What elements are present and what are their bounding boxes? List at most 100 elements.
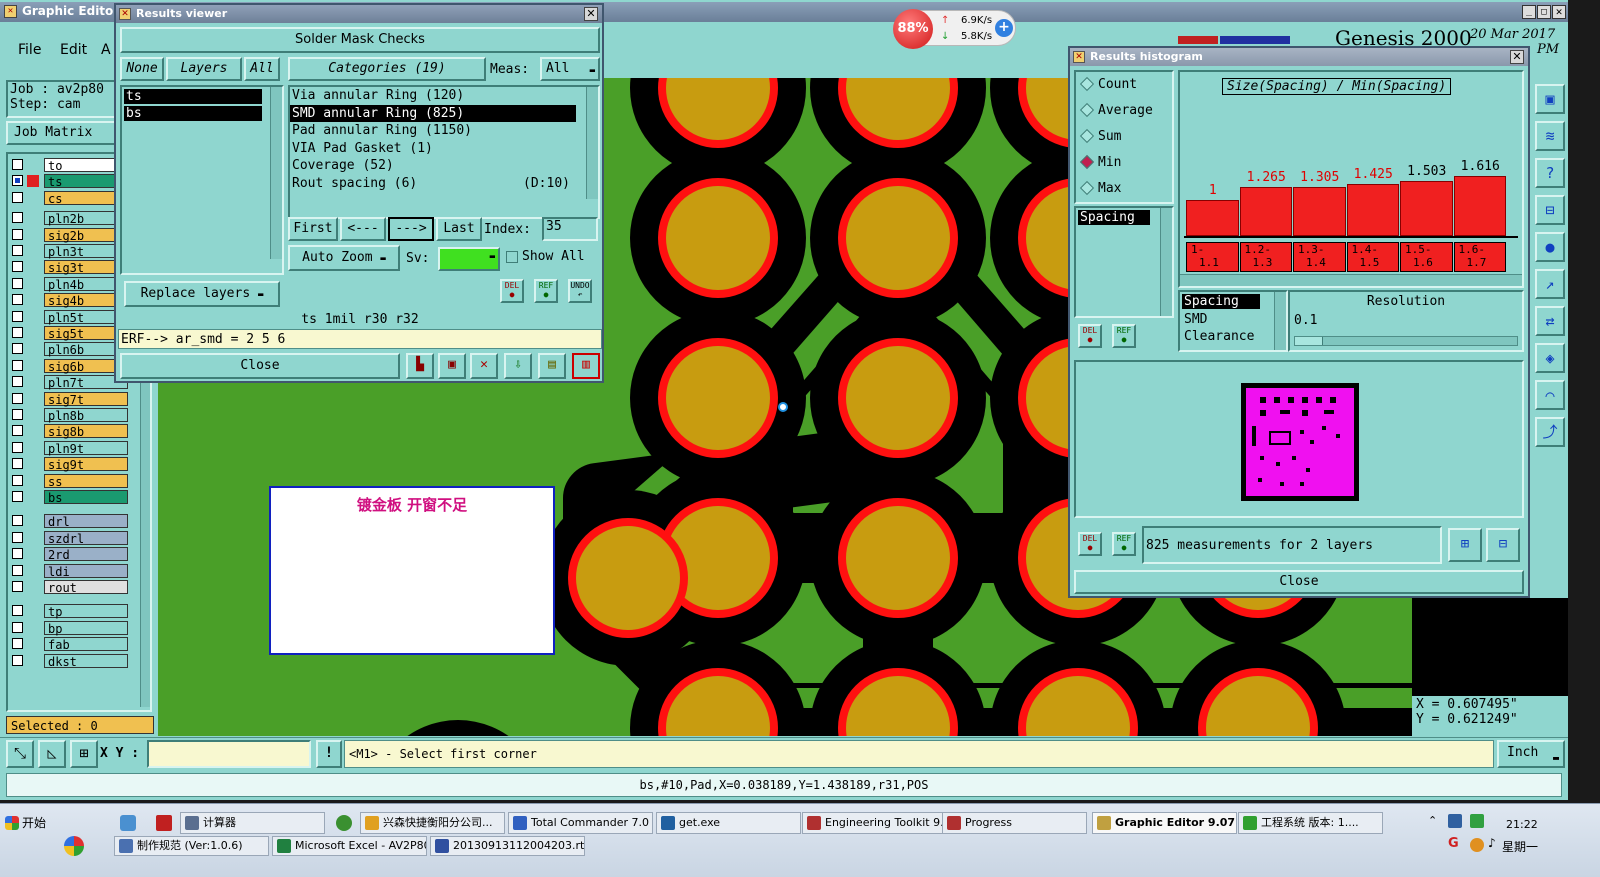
zoom-in-icon[interactable]: ⊞	[1448, 528, 1482, 562]
preview-del-button[interactable]: DEL ●	[1078, 532, 1102, 556]
layer-row[interactable]: ts	[10, 174, 128, 189]
taskbar-button[interactable]: Graphic Editor 9.07...	[1092, 812, 1237, 834]
alert-button[interactable]: !	[316, 740, 342, 768]
swap-tool-icon[interactable]: ⇄	[1535, 306, 1565, 336]
layer-row[interactable]: bs	[10, 490, 128, 505]
tray-icon-g[interactable]: G	[1448, 836, 1459, 851]
layer-row[interactable]: pln3t	[10, 244, 128, 259]
measure-type-item[interactable]: SMD	[1182, 311, 1284, 328]
layer-checkbox[interactable]	[12, 159, 23, 170]
layer-row[interactable]: pln7t	[10, 375, 128, 390]
minimize-button[interactable]: _	[1522, 5, 1536, 19]
layer-row[interactable]: sig7t	[10, 391, 128, 407]
all-layers-button[interactable]: All	[244, 57, 280, 81]
hist-del-button[interactable]: DEL ●	[1078, 324, 1102, 348]
auto-zoom-select[interactable]: Auto Zoom ▬	[288, 245, 400, 271]
layer-checkbox[interactable]	[12, 425, 23, 437]
pad-tool-icon[interactable]: ●	[1535, 232, 1565, 262]
layer-checkbox[interactable]	[12, 441, 23, 453]
category-item[interactable]: Rout spacing (6) (D:10)	[290, 175, 576, 193]
quicklaunch-icon-1[interactable]	[120, 815, 136, 831]
stat-list-item[interactable]: Spacing	[1078, 210, 1150, 225]
zoom-out-icon[interactable]: ⊟	[1486, 528, 1520, 562]
pcb-pad[interactable]	[846, 186, 950, 290]
ie-icon[interactable]	[336, 815, 352, 831]
chart-icon-3[interactable]: ✕	[470, 353, 498, 379]
maximize-button[interactable]: □	[1537, 5, 1551, 19]
layer-checkbox[interactable]	[12, 474, 23, 486]
layer-checkbox[interactable]	[12, 458, 23, 470]
close-icon[interactable]: ✕	[584, 7, 598, 21]
layer-row[interactable]: sig6b	[10, 358, 128, 374]
layers-button[interactable]: Layers	[166, 57, 242, 81]
meas-select[interactable]: All ▬	[540, 57, 600, 81]
zoom-fit-button[interactable]: ⤡	[6, 740, 34, 768]
hist-ref-button[interactable]: REF ●	[1112, 324, 1136, 348]
taskbar-button[interactable]: Total Commander 7.0 ...	[508, 812, 653, 834]
clock[interactable]: 21:22	[1506, 818, 1538, 831]
layer-row[interactable]: pln2b	[10, 211, 128, 226]
taskbar-button[interactable]: 制作规范 (Ver:1.0.6)	[114, 836, 269, 856]
histogram-bar[interactable]	[1186, 199, 1239, 236]
layer-row[interactable]: sig3t	[10, 260, 128, 275]
layer-row[interactable]: drl	[10, 514, 128, 529]
result-layer-item[interactable]: bs	[124, 106, 262, 121]
layer-row[interactable]: ss	[10, 473, 128, 489]
layer-checkbox[interactable]	[12, 191, 23, 203]
stat-list-scrollbar[interactable]	[1160, 208, 1172, 316]
category-item[interactable]: Pad annular Ring (1150)	[290, 122, 576, 140]
sv-color-select[interactable]: ▬	[438, 247, 500, 271]
histogram-bar[interactable]	[1346, 184, 1399, 236]
measure-tool-icon[interactable]: ≋	[1535, 121, 1565, 151]
layer-row[interactable]: pln8b	[10, 408, 128, 423]
histogram-icon[interactable]: ▥	[572, 353, 600, 379]
add-icon[interactable]: +	[995, 19, 1013, 37]
layer-row[interactable]: bp	[10, 620, 128, 636]
menu-edit[interactable]: Edit	[60, 42, 87, 58]
none-button[interactable]: None	[120, 57, 164, 81]
close-icon[interactable]: ✕	[1510, 50, 1524, 64]
layer-row[interactable]: dkst	[10, 653, 128, 669]
taskbar-button[interactable]: Engineering Toolkit 9....	[802, 812, 947, 834]
stat-option-max[interactable]: Max	[1076, 176, 1172, 202]
index-input[interactable]: 35	[542, 217, 598, 241]
last-button[interactable]: Last	[436, 217, 482, 241]
layer-checkbox[interactable]	[12, 359, 23, 371]
layer-results-scrollbar[interactable]	[270, 87, 282, 259]
arc-tool-icon[interactable]: ⌒	[1535, 380, 1565, 410]
layer-checkbox[interactable]	[12, 228, 23, 240]
layer-checkbox[interactable]	[12, 638, 23, 650]
layer-checkbox[interactable]	[12, 564, 23, 576]
categories-button[interactable]: Categories (19)	[288, 57, 486, 81]
tray-icon-3[interactable]	[1470, 838, 1484, 852]
layer-row[interactable]: pln6b	[10, 342, 128, 357]
histogram-bar[interactable]	[1400, 181, 1453, 236]
layer-row[interactable]: to	[10, 158, 128, 173]
result-layer-item[interactable]: ts	[124, 89, 262, 104]
menu-actions[interactable]: A	[101, 42, 111, 58]
results-close-button[interactable]: Close	[120, 353, 400, 379]
layer-checkbox[interactable]	[12, 343, 23, 355]
category-item[interactable]: VIA Pad Gasket (1)	[290, 140, 576, 158]
taskbar-button[interactable]: 工程系统 版本: 1....	[1238, 812, 1383, 834]
layer-checkbox[interactable]	[12, 261, 23, 273]
layer-row[interactable]: pln4b	[10, 276, 128, 292]
layer-checkbox[interactable]	[12, 212, 23, 224]
layout-tool-icon[interactable]: ▣	[1535, 84, 1565, 114]
tray-icon-4[interactable]: ♪	[1488, 836, 1496, 850]
curve-tool-icon[interactable]: ⤴	[1535, 417, 1565, 447]
layer-row[interactable]: sig4b	[10, 293, 128, 308]
drc-tool-icon[interactable]: ◈	[1535, 343, 1565, 373]
pcb-pad[interactable]	[576, 526, 680, 630]
category-item[interactable]: Via annular Ring (120)	[290, 87, 576, 105]
taskbar-button[interactable]: Progress	[942, 812, 1087, 834]
category-item[interactable]: SMD annular Ring (825)	[290, 104, 576, 123]
undo-button[interactable]: UNDO ↶	[568, 279, 592, 303]
histogram-bar[interactable]	[1239, 186, 1292, 236]
pcb-pad[interactable]	[846, 506, 950, 610]
histogram-hscroll[interactable]	[1180, 274, 1522, 286]
measure-type-scrollbar[interactable]	[1274, 292, 1286, 350]
stat-option-average[interactable]: Average	[1076, 98, 1172, 124]
menu-file[interactable]: File	[18, 42, 41, 58]
layer-row[interactable]: pln5t	[10, 309, 128, 325]
